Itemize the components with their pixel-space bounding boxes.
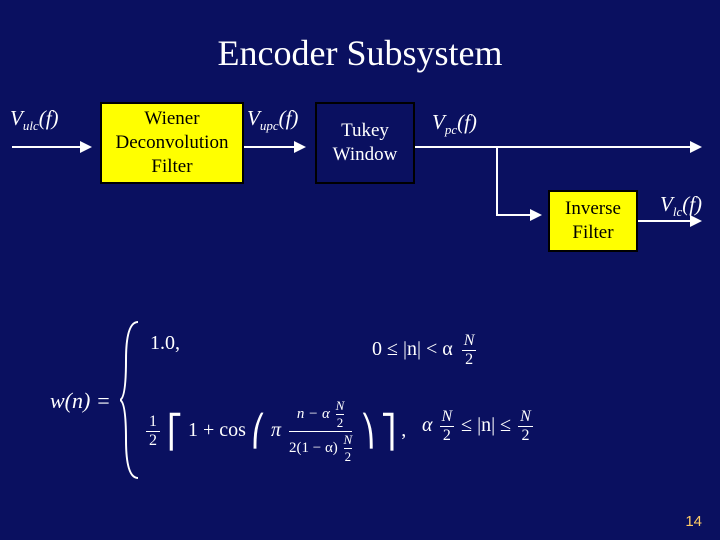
wiener-line1: Wiener [144,107,199,131]
tukey-line1: Tukey [341,119,389,143]
arrow-after-tukey [415,146,700,148]
arrow-into-wiener [12,146,90,148]
wiener-line3: Filter [151,155,192,179]
equation-tukey-window: w(n) = 1.0, 0 ≤ |n| < α N 2 1 2 ⎡ 1 + co… [50,320,690,490]
wiener-line2: Deconvolution [116,131,229,155]
line-branch-down [496,146,498,216]
signal-vupc-label: Vupc(f) [247,106,298,134]
eq-case2-val: 1 2 ⎡ 1 + cos ⎛ π n − α N 2 2(1 − α) N [146,398,406,465]
arrow-out-inverse [638,220,700,222]
eq-lhs: w(n) = [50,388,111,414]
brace-icon [120,320,142,480]
block-diagram: Vulc(f) Wiener Deconvolution Filter Vupc… [0,102,720,322]
arrow-into-tukey [244,146,304,148]
signal-vulc-label: Vulc(f) [10,106,59,134]
eq-case1-cond-a: 0 ≤ |n| < α N 2 [372,332,476,369]
block-inverse: Inverse Filter [548,190,638,252]
inverse-line1: Inverse [565,197,621,221]
page-title: Encoder Subsystem [0,0,720,74]
block-wiener: Wiener Deconvolution Filter [100,102,244,184]
inverse-line2: Filter [572,221,613,245]
page-number: 14 [685,513,702,530]
tukey-line2: Window [333,143,398,167]
block-tukey: Tukey Window [315,102,415,184]
signal-vpc-label: Vpc(f) [432,110,477,138]
eq-case2-cond: α N 2 ≤ |n| ≤ N 2 [422,408,533,445]
eq-case1-val: 1.0, [150,332,180,355]
arrow-into-inverse [496,214,540,216]
